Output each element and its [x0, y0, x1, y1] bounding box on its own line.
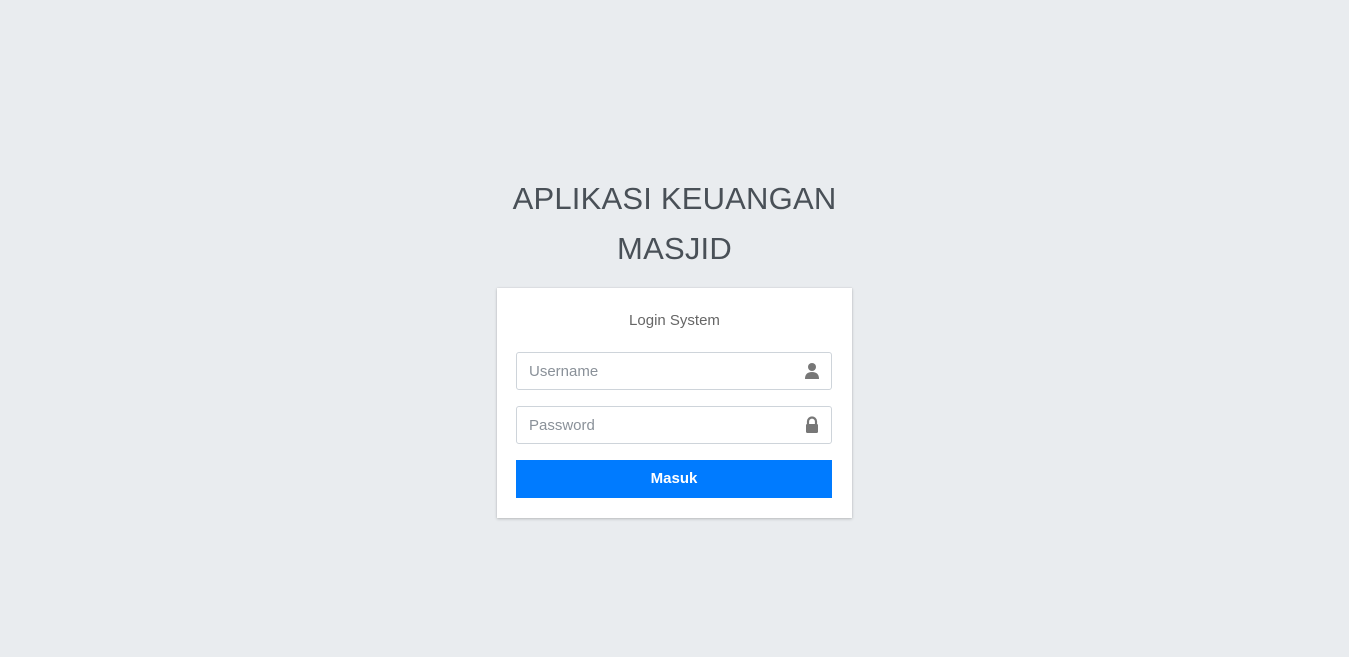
- username-input[interactable]: [517, 353, 787, 389]
- app-logo-title: APLIKASI KEUANGAN MASJID: [0, 174, 1349, 274]
- app-title-line-2: MASJID: [617, 231, 732, 266]
- login-card: Login System Masuk: [497, 288, 852, 518]
- password-input-group: [516, 406, 832, 444]
- app-title-line-1: APLIKASI KEUANGAN: [512, 181, 837, 216]
- user-icon: [805, 363, 819, 379]
- lock-icon: [806, 416, 818, 433]
- login-box-message: Login System: [629, 312, 720, 329]
- password-input[interactable]: [517, 407, 787, 443]
- login-submit-button[interactable]: Masuk: [516, 460, 832, 498]
- username-input-group: [516, 352, 832, 390]
- login-page: APLIKASI KEUANGAN MASJID Login System Ma…: [0, 0, 1349, 657]
